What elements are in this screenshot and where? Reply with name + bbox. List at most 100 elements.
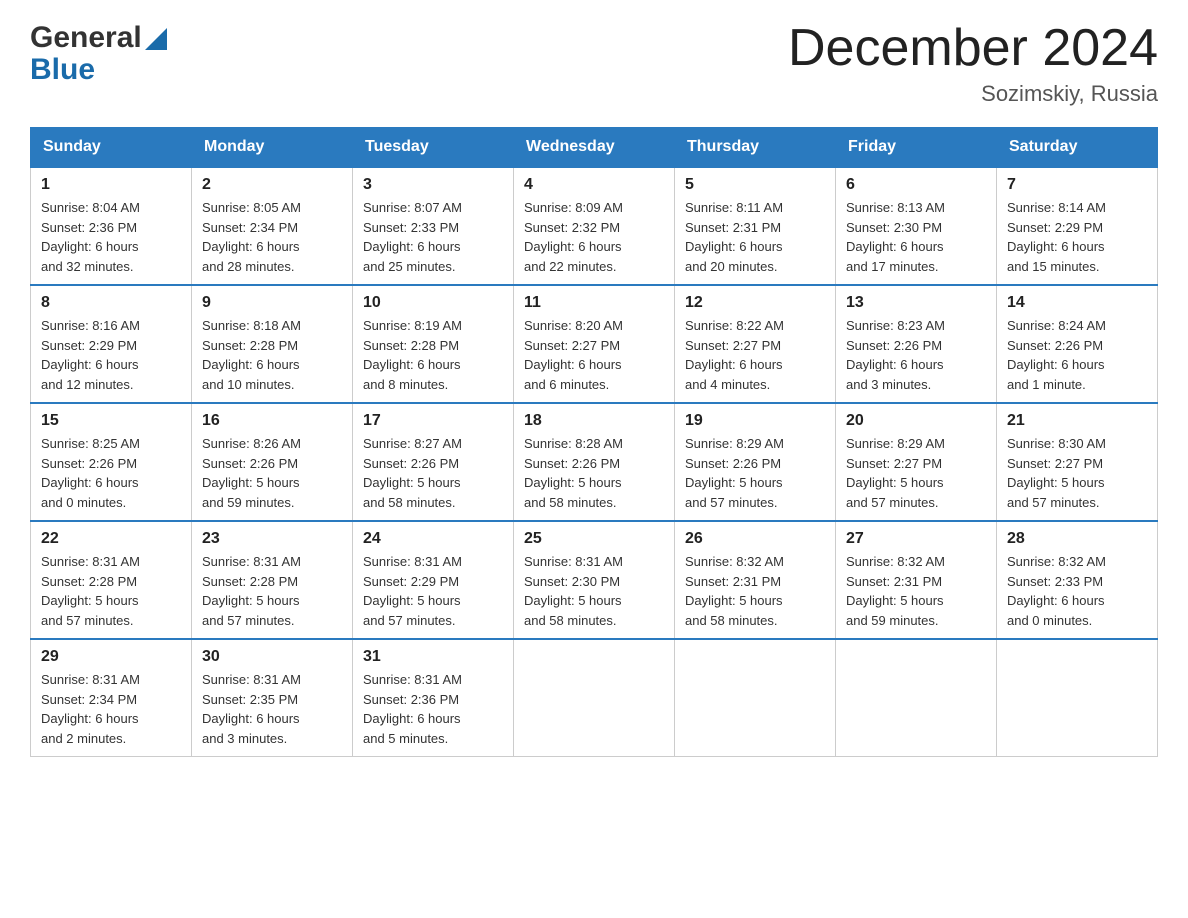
- day-number: 25: [524, 530, 664, 548]
- calendar-subtitle: Sozimskiy, Russia: [788, 81, 1158, 107]
- table-row: [675, 639, 836, 757]
- table-row: 5 Sunrise: 8:11 AM Sunset: 2:31 PM Daylig…: [675, 167, 836, 285]
- day-number: 30: [202, 648, 342, 666]
- col-monday: Monday: [192, 128, 353, 168]
- logo-general-text: General: [30, 20, 142, 56]
- day-number: 6: [846, 176, 986, 194]
- table-row: 1 Sunrise: 8:04 AM Sunset: 2:36 PM Daylig…: [31, 167, 192, 285]
- day-number: 8: [41, 294, 181, 312]
- day-info: Sunrise: 8:31 AM Sunset: 2:30 PM Dayligh…: [524, 552, 664, 630]
- logo-blue-text: Blue: [30, 52, 167, 88]
- logo-line1: General: [30, 20, 167, 56]
- table-row: 24Sunrise: 8:31 AM Sunset: 2:29 PM Dayli…: [353, 521, 514, 639]
- day-number: 7: [1007, 176, 1147, 194]
- day-number: 2: [202, 176, 342, 194]
- day-number: 14: [1007, 294, 1147, 312]
- day-number: 3: [363, 176, 503, 194]
- day-number: 1: [41, 176, 181, 194]
- table-row: 30 Sunrise: 8:31 AM Sunset: 2:35 PM Dayli…: [192, 639, 353, 757]
- table-row: 9 Sunrise: 8:18 AM Sunset: 2:28 PM Daylig…: [192, 285, 353, 403]
- day-info: Sunrise: 8:31 AM Sunset: 2:35 PM Dayligh…: [202, 670, 342, 748]
- table-row: 21 Sunrise: 8:30 AM Sunset: 2:27 PM Dayli…: [997, 403, 1158, 521]
- table-row: 29 Sunrise: 8:31 AM Sunset: 2:34 PM Dayli…: [31, 639, 192, 757]
- table-row: 6Sunrise: 8:13 AM Sunset: 2:30 PM Daylig…: [836, 167, 997, 285]
- day-number: 5: [685, 176, 825, 194]
- day-info: Sunrise: 8:07 AM Sunset: 2:33 PM Dayligh…: [363, 198, 503, 276]
- day-info: Sunrise: 8:22 AM Sunset: 2:27 PM Dayligh…: [685, 316, 825, 394]
- table-row: [997, 639, 1158, 757]
- col-tuesday: Tuesday: [353, 128, 514, 168]
- table-row: 26Sunrise: 8:32 AM Sunset: 2:31 PM Dayli…: [675, 521, 836, 639]
- day-info: Sunrise: 8:30 AM Sunset: 2:27 PM Dayligh…: [1007, 434, 1147, 512]
- day-info: Sunrise: 8:09 AM Sunset: 2:32 PM Dayligh…: [524, 198, 664, 276]
- table-row: 15Sunrise: 8:25 AM Sunset: 2:26 PM Dayli…: [31, 403, 192, 521]
- table-row: 28 Sunrise: 8:32 AM Sunset: 2:33 PM Dayli…: [997, 521, 1158, 639]
- table-row: 25 Sunrise: 8:31 AM Sunset: 2:30 PM Dayli…: [514, 521, 675, 639]
- table-row: 8 Sunrise: 8:16 AM Sunset: 2:29 PM Daylig…: [31, 285, 192, 403]
- calendar-week-row: 15Sunrise: 8:25 AM Sunset: 2:26 PM Dayli…: [31, 403, 1158, 521]
- day-info: Sunrise: 8:27 AM Sunset: 2:26 PM Dayligh…: [363, 434, 503, 512]
- day-number: 16: [202, 412, 342, 430]
- day-number: 12: [685, 294, 825, 312]
- day-number: 23: [202, 530, 342, 548]
- day-number: 29: [41, 648, 181, 666]
- day-info: Sunrise: 8:16 AM Sunset: 2:29 PM Dayligh…: [41, 316, 181, 394]
- table-row: 14 Sunrise: 8:24 AM Sunset: 2:26 PM Dayli…: [997, 285, 1158, 403]
- calendar-table: Sunday Monday Tuesday Wednesday Thursday…: [30, 127, 1158, 757]
- day-info: Sunrise: 8:32 AM Sunset: 2:33 PM Dayligh…: [1007, 552, 1147, 630]
- col-saturday: Saturday: [997, 128, 1158, 168]
- table-row: 12 Sunrise: 8:22 AM Sunset: 2:27 PM Dayli…: [675, 285, 836, 403]
- calendar-week-row: 22 Sunrise: 8:31 AM Sunset: 2:28 PM Dayli…: [31, 521, 1158, 639]
- calendar-header-row: Sunday Monday Tuesday Wednesday Thursday…: [31, 128, 1158, 168]
- col-thursday: Thursday: [675, 128, 836, 168]
- day-number: 13: [846, 294, 986, 312]
- day-info: Sunrise: 8:05 AM Sunset: 2:34 PM Dayligh…: [202, 198, 342, 276]
- day-info: Sunrise: 8:26 AM Sunset: 2:26 PM Dayligh…: [202, 434, 342, 512]
- day-number: 4: [524, 176, 664, 194]
- table-row: 13 Sunrise: 8:23 AM Sunset: 2:26 PM Dayli…: [836, 285, 997, 403]
- table-row: 10Sunrise: 8:19 AM Sunset: 2:28 PM Dayli…: [353, 285, 514, 403]
- day-info: Sunrise: 8:04 AM Sunset: 2:36 PM Dayligh…: [41, 198, 181, 276]
- day-info: Sunrise: 8:18 AM Sunset: 2:28 PM Dayligh…: [202, 316, 342, 394]
- table-row: 11 Sunrise: 8:20 AM Sunset: 2:27 PM Dayli…: [514, 285, 675, 403]
- day-info: Sunrise: 8:19 AM Sunset: 2:28 PM Dayligh…: [363, 316, 503, 394]
- title-block: December 2024 Sozimskiy, Russia: [788, 20, 1158, 107]
- table-row: 17Sunrise: 8:27 AM Sunset: 2:26 PM Dayli…: [353, 403, 514, 521]
- table-row: [514, 639, 675, 757]
- day-info: Sunrise: 8:31 AM Sunset: 2:28 PM Dayligh…: [202, 552, 342, 630]
- calendar-week-row: 29 Sunrise: 8:31 AM Sunset: 2:34 PM Dayli…: [31, 639, 1158, 757]
- day-info: Sunrise: 8:11 AM Sunset: 2:31 PM Dayligh…: [685, 198, 825, 276]
- day-number: 22: [41, 530, 181, 548]
- day-info: Sunrise: 8:23 AM Sunset: 2:26 PM Dayligh…: [846, 316, 986, 394]
- day-info: Sunrise: 8:32 AM Sunset: 2:31 PM Dayligh…: [846, 552, 986, 630]
- col-sunday: Sunday: [31, 128, 192, 168]
- day-number: 11: [524, 294, 664, 312]
- page-header: General Blue December 2024 Sozimskiy, Ru…: [30, 20, 1158, 107]
- table-row: 22Sunrise: 8:31 AM Sunset: 2:28 PM Dayli…: [31, 521, 192, 639]
- table-row: [836, 639, 997, 757]
- day-number: 27: [846, 530, 986, 548]
- table-row: 7Sunrise: 8:14 AM Sunset: 2:29 PM Daylig…: [997, 167, 1158, 285]
- day-number: 15: [41, 412, 181, 430]
- day-info: Sunrise: 8:31 AM Sunset: 2:34 PM Dayligh…: [41, 670, 181, 748]
- day-info: Sunrise: 8:29 AM Sunset: 2:27 PM Dayligh…: [846, 434, 986, 512]
- table-row: 2 Sunrise: 8:05 AM Sunset: 2:34 PM Daylig…: [192, 167, 353, 285]
- table-row: 16 Sunrise: 8:26 AM Sunset: 2:26 PM Dayli…: [192, 403, 353, 521]
- col-wednesday: Wednesday: [514, 128, 675, 168]
- day-number: 28: [1007, 530, 1147, 548]
- day-info: Sunrise: 8:32 AM Sunset: 2:31 PM Dayligh…: [685, 552, 825, 630]
- calendar-title: December 2024: [788, 20, 1158, 77]
- table-row: 19Sunrise: 8:29 AM Sunset: 2:26 PM Dayli…: [675, 403, 836, 521]
- day-number: 21: [1007, 412, 1147, 430]
- logo-triangle-icon: [145, 28, 167, 50]
- day-info: Sunrise: 8:28 AM Sunset: 2:26 PM Dayligh…: [524, 434, 664, 512]
- day-number: 24: [363, 530, 503, 548]
- day-number: 9: [202, 294, 342, 312]
- table-row: 4 Sunrise: 8:09 AM Sunset: 2:32 PM Daylig…: [514, 167, 675, 285]
- day-info: Sunrise: 8:24 AM Sunset: 2:26 PM Dayligh…: [1007, 316, 1147, 394]
- day-info: Sunrise: 8:20 AM Sunset: 2:27 PM Dayligh…: [524, 316, 664, 394]
- table-row: 31Sunrise: 8:31 AM Sunset: 2:36 PM Dayli…: [353, 639, 514, 757]
- table-row: 23 Sunrise: 8:31 AM Sunset: 2:28 PM Dayli…: [192, 521, 353, 639]
- table-row: 3 Sunrise: 8:07 AM Sunset: 2:33 PM Daylig…: [353, 167, 514, 285]
- day-info: Sunrise: 8:29 AM Sunset: 2:26 PM Dayligh…: [685, 434, 825, 512]
